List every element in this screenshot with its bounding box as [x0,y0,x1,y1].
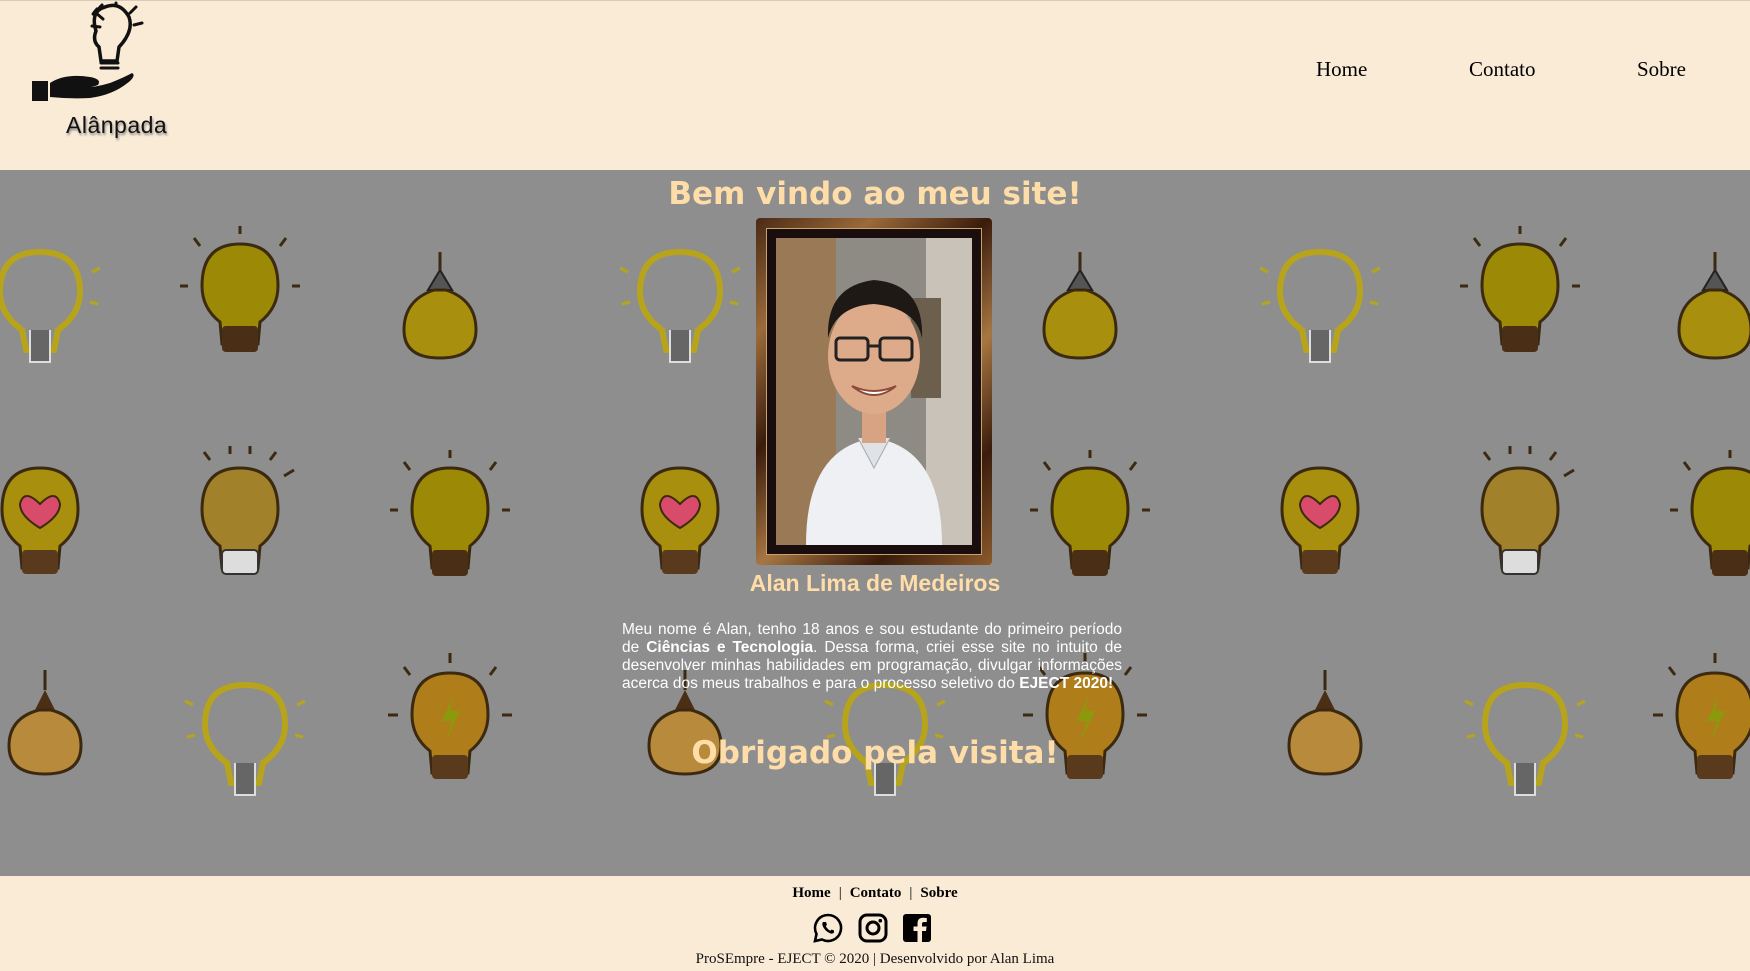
bio-program: EJECT 2020! [1019,675,1114,692]
footer-nav-separator: | [909,885,913,901]
site-footer: Home | Contato | Sobre ProSEmpre - EJECT © 2… [0,876,1750,971]
site-header: Alânpada Home Contato Sobre [0,0,1750,170]
footer-nav-contato[interactable]: Contato [850,885,902,901]
nav-home[interactable]: Home [1316,57,1367,82]
facebook-icon[interactable] [901,912,933,944]
profile-photo [776,238,972,545]
nav-contato[interactable]: Contato [1469,57,1536,82]
whatsapp-icon[interactable] [812,912,844,944]
instagram-icon[interactable] [857,912,889,944]
copyright-text: ProSEmpre - EJECT © 2020 | Desenvolvido … [695,951,1055,967]
profile-photo-frame [756,218,992,565]
person-portrait-image [776,238,972,545]
logo-text: Alânpada [66,112,168,138]
lightbulb-hand-icon [32,1,144,101]
profile-bio: Meu nome é Alan, tenho 18 anos e sou est… [622,621,1122,693]
footer-nav: Home | Contato | Sobre [0,885,1750,902]
welcome-title: Bem vindo ao meu site! [668,176,1082,212]
nav-sobre[interactable]: Sobre [1637,57,1686,82]
footer-nav-sobre[interactable]: Sobre [920,885,957,901]
main-content: Bem vindo ao meu site! Alan Lima de Mede… [0,170,1750,876]
footer-nav-separator: | [838,885,842,901]
site-logo[interactable]: Alânpada [30,1,167,146]
profile-name: Alan Lima de Medeiros [749,570,1001,596]
footer-nav-home[interactable]: Home [792,885,830,901]
thanks-title: Obrigado pela visita! [691,735,1059,771]
bio-course: Ciências e Tecnologia [646,639,814,656]
